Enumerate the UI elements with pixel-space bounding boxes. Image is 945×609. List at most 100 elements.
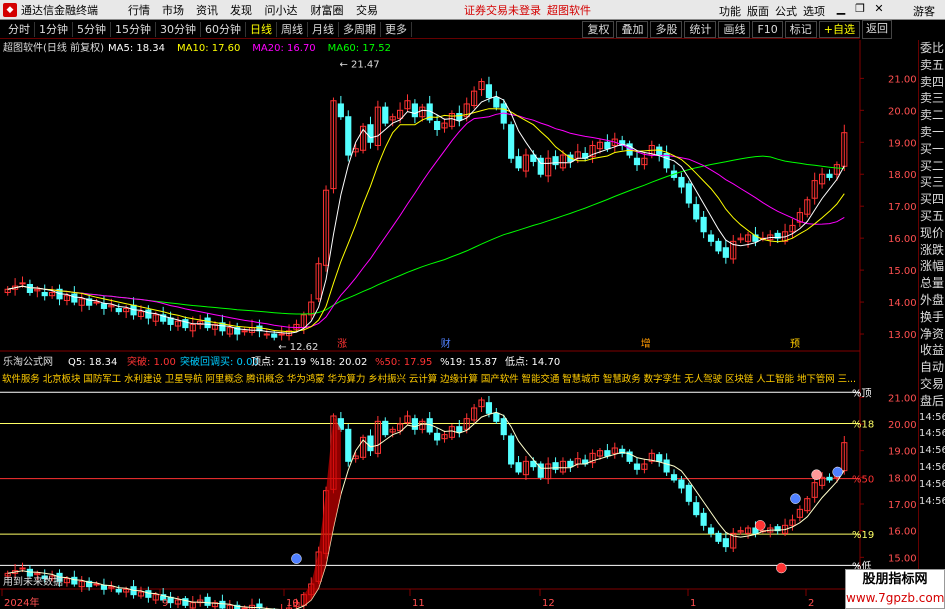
side-panel-item[interactable]: 卖五: [919, 57, 945, 74]
close-icon[interactable]: ✕: [871, 2, 887, 16]
side-panel-item[interactable]: 涨幅: [919, 258, 945, 275]
side-panel-item[interactable]: 买五: [919, 208, 945, 225]
watermark-url: www.7gpzb.com: [846, 591, 945, 605]
sub-candle: [456, 426, 463, 433]
sub-legend-0: Q5: 18.34: [68, 357, 117, 368]
date-axis-label: 2024年: [4, 596, 39, 609]
sub-candle: [19, 567, 26, 570]
future-data-note: 用到未来数据: [3, 575, 63, 588]
menu-item-layout[interactable]: 版面: [747, 3, 769, 19]
draw-line-button[interactable]: 画线: [718, 21, 751, 38]
sub-legend-1: 突破: 1.00: [127, 355, 176, 368]
side-panel-item[interactable]: 14:56: [919, 494, 945, 511]
side-panel-item[interactable]: 盘后: [919, 393, 945, 410]
side-panel-item[interactable]: 卖四: [919, 74, 945, 91]
menu-item-market[interactable]: 市场: [156, 2, 190, 18]
sub-candle: [219, 600, 226, 609]
side-panel-item[interactable]: 卖三: [919, 90, 945, 107]
ma-legend-1: MA10: 17.60: [177, 43, 240, 54]
restore-icon[interactable]: ❐: [852, 2, 868, 16]
tab-30min[interactable]: 30分钟: [156, 21, 201, 37]
menu-item-function[interactable]: 功能: [719, 3, 741, 19]
right-menu: 功能 版面 公式 选项: [719, 3, 825, 19]
sub-candle: [71, 576, 78, 585]
main-candle: [604, 141, 611, 150]
side-panel-item[interactable]: 14:56: [919, 443, 945, 460]
app-title: 通达信金融终端: [21, 3, 98, 17]
minimize-icon[interactable]: ▁: [833, 2, 849, 16]
menu-item-discover[interactable]: 发现: [224, 2, 258, 18]
side-panel-item[interactable]: 买三: [919, 174, 945, 191]
sub-candle: [382, 420, 389, 436]
side-panel-item[interactable]: 总量: [919, 275, 945, 292]
side-panel-item[interactable]: 自动: [919, 359, 945, 376]
side-panel-item[interactable]: 委比: [919, 40, 945, 57]
tab-60min[interactable]: 60分钟: [201, 21, 246, 37]
f10-button[interactable]: F10: [752, 21, 783, 38]
sub-candle: [204, 596, 211, 606]
signal-dot: [811, 469, 822, 480]
side-panel-item[interactable]: 14:56: [919, 477, 945, 494]
tab-1min[interactable]: 1分钟: [35, 21, 73, 37]
side-panel-item[interactable]: 卖二: [919, 107, 945, 124]
sub-candle: [345, 428, 352, 462]
main-candle: [722, 247, 729, 258]
main-candle: [19, 282, 26, 285]
overlay-button[interactable]: 叠加: [616, 21, 649, 38]
side-panel-item[interactable]: 14:56: [919, 460, 945, 477]
side-panel-item[interactable]: 交易: [919, 376, 945, 393]
menu-item-options[interactable]: 选项: [803, 3, 825, 19]
menu-item-news[interactable]: 资讯: [190, 2, 224, 18]
side-panel-item[interactable]: 净资: [919, 326, 945, 343]
sub-price-axis-label: 16.00: [888, 527, 917, 538]
main-candle: [456, 113, 463, 121]
tab-more[interactable]: 更多: [381, 21, 412, 37]
level-label: %19: [852, 530, 874, 541]
side-panel-item[interactable]: 买一: [919, 141, 945, 158]
ma-legend-2: MA20: 16.70: [252, 43, 315, 54]
side-panel-item[interactable]: 14:56: [919, 426, 945, 443]
login-status[interactable]: 证券交易未登录: [464, 2, 541, 18]
tab-5min[interactable]: 5分钟: [73, 21, 111, 37]
date-axis-label: 12: [542, 598, 555, 609]
tab-weekly[interactable]: 周线: [277, 21, 308, 37]
side-panel-item[interactable]: 外盘: [919, 292, 945, 309]
side-panel-item[interactable]: 买二: [919, 158, 945, 175]
tab-monthly[interactable]: 月线: [308, 21, 339, 37]
add-watchlist-button[interactable]: +自选: [818, 21, 860, 38]
side-panel-item[interactable]: 现价: [919, 225, 945, 242]
side-panel-item[interactable]: 涨跌: [919, 242, 945, 259]
back-button[interactable]: 返回: [862, 20, 892, 39]
stats-button[interactable]: 统计: [684, 21, 717, 38]
menu-item-ask[interactable]: 问小达: [258, 2, 304, 18]
tab-intraday[interactable]: 分时: [4, 21, 35, 37]
tab-multi-period[interactable]: 多周期: [339, 21, 381, 37]
sub-candle: [493, 412, 500, 422]
menu-item-quotes[interactable]: 行情: [122, 2, 156, 18]
tab-daily[interactable]: 日线: [246, 21, 277, 37]
chart-area[interactable]: 超图软件(日线 前复权) MA5: 18.34 MA10: 17.60 MA20: 1…: [0, 40, 918, 609]
side-panel-item[interactable]: 买四: [919, 191, 945, 208]
sub-candle: [633, 463, 641, 470]
menu-item-formula[interactable]: 公式: [775, 3, 797, 19]
main-candle: [382, 106, 389, 124]
tab-15min[interactable]: 15分钟: [111, 21, 156, 37]
main-candle: [434, 121, 441, 131]
side-panel-item[interactable]: 卖一: [919, 124, 945, 141]
side-panel-item[interactable]: 收益: [919, 342, 945, 359]
main-candle: [145, 309, 152, 319]
high-price-label: ← 21.47: [339, 59, 379, 70]
side-panel-item[interactable]: 14:56: [919, 410, 945, 427]
main-candle: [700, 216, 707, 233]
adjust-button[interactable]: 复权: [582, 21, 615, 38]
sub-candle: [500, 418, 507, 436]
multi-stock-button[interactable]: 多股: [650, 21, 683, 38]
sub-legend-5: %50: 17.95: [375, 357, 432, 368]
q5-line: [7, 411, 845, 609]
menu-item-wealth[interactable]: 财富圈: [304, 2, 350, 18]
sub-chart-title: 乐淘公式网: [3, 355, 53, 368]
mark-button[interactable]: 标记: [784, 21, 817, 38]
guest-label[interactable]: 游客: [913, 3, 935, 19]
menu-item-trade[interactable]: 交易: [350, 2, 384, 18]
side-panel-item[interactable]: 换手: [919, 309, 945, 326]
